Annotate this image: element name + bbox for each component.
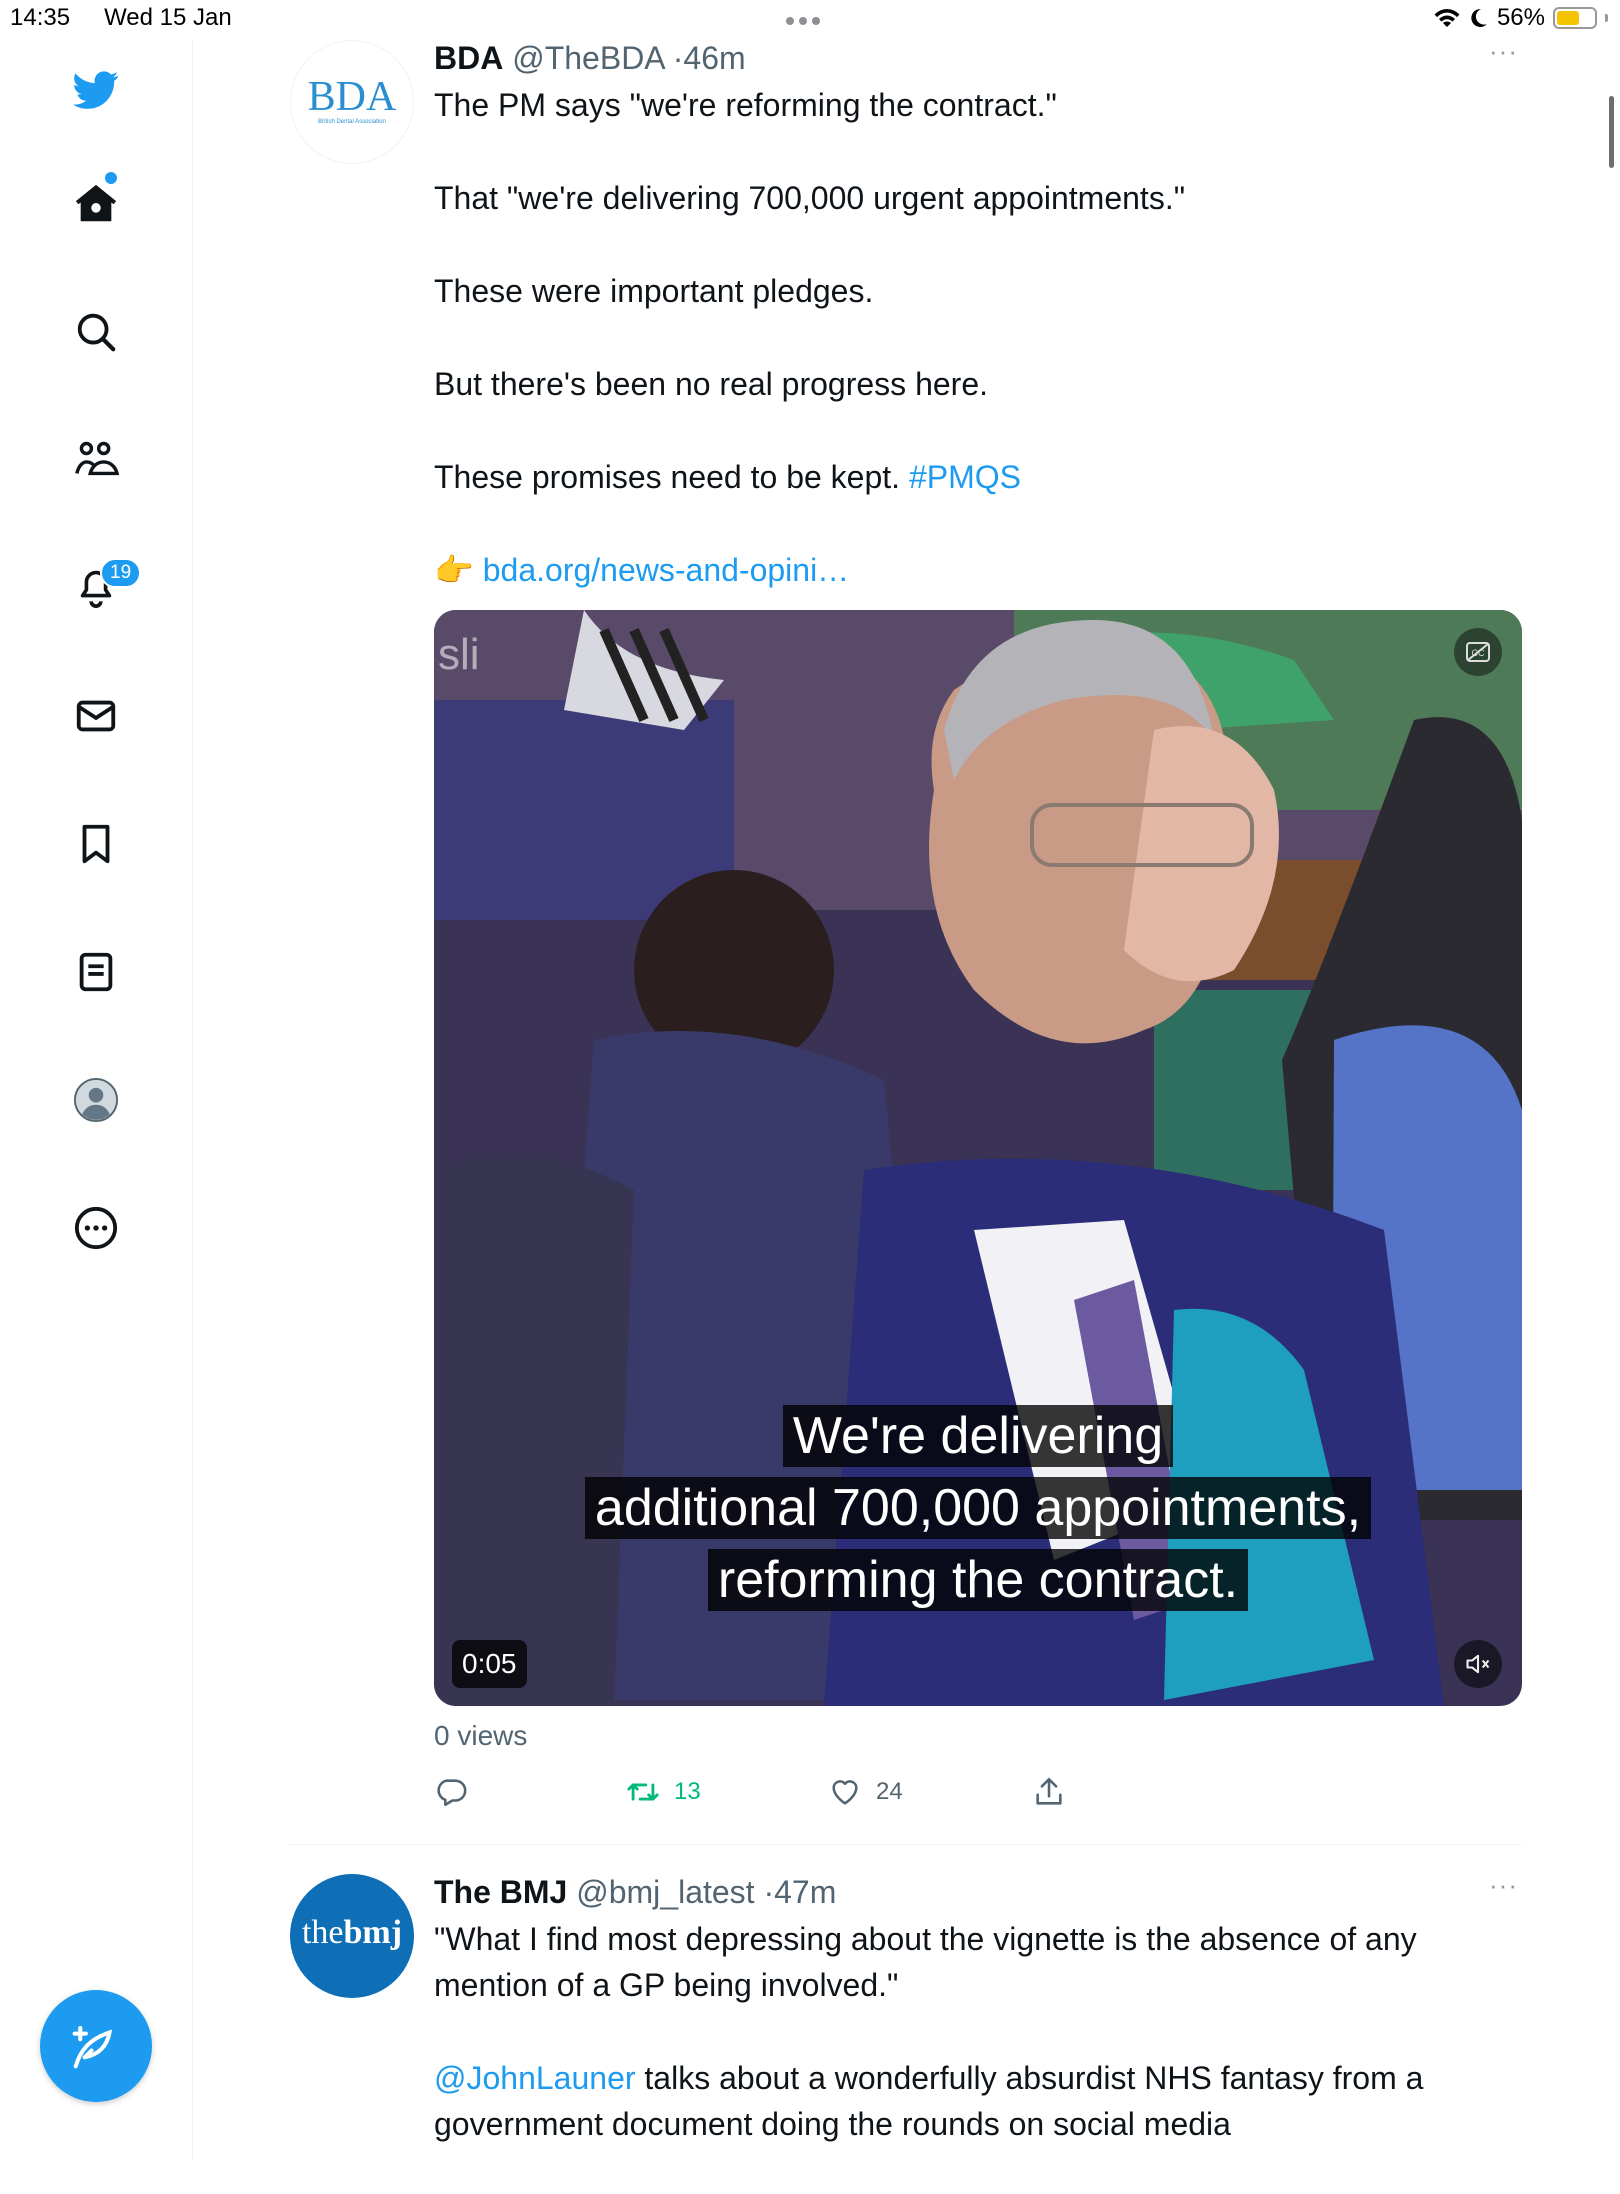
tweet-paragraph: The PM says "we're reforming the contrac… bbox=[434, 87, 1057, 123]
reply-button[interactable] bbox=[434, 1775, 468, 1809]
reply-icon bbox=[437, 1779, 467, 1807]
status-time: 14:35 bbox=[10, 4, 71, 31]
retweet-button[interactable]: 13 bbox=[626, 1775, 701, 1809]
external-link[interactable]: bda.org/news-and-opini… bbox=[483, 552, 849, 588]
author-name[interactable]: The BMJ bbox=[434, 1874, 567, 1910]
tweet-more-button[interactable]: ··· bbox=[1489, 1870, 1518, 1901]
profile-icon[interactable] bbox=[70, 1074, 122, 1126]
bmj-logo-bmj: bmj bbox=[343, 1914, 403, 1951]
author-handle[interactable]: @bmj_latest bbox=[576, 1874, 754, 1910]
video-caption: We're delivering additional 700,000 appo… bbox=[434, 1400, 1522, 1616]
more-icon[interactable] bbox=[70, 1202, 122, 1254]
tweet-time[interactable]: 47m bbox=[774, 1874, 836, 1910]
tweet-divider bbox=[290, 1844, 1522, 1845]
retweet-icon bbox=[627, 1783, 659, 1801]
wifi-icon bbox=[1434, 9, 1460, 27]
twitter-bird-icon[interactable] bbox=[70, 64, 122, 116]
tweet-paragraph: "What I find most depressing about the v… bbox=[434, 1921, 1417, 2003]
status-date: Wed 15 Jan bbox=[104, 4, 232, 31]
tweet-paragraph: @JohnLauner talks about a wonderfully ab… bbox=[434, 2055, 1520, 2147]
tweet-paragraph: But there's been no real progress here. bbox=[434, 366, 988, 402]
status-bar-right: 56% bbox=[1433, 4, 1608, 32]
communities-icon[interactable] bbox=[70, 434, 122, 486]
tweet-link-line: 👉 bda.org/news-and-opini… bbox=[434, 547, 1520, 593]
compose-tweet-button[interactable] bbox=[40, 1990, 152, 2102]
tweet-more-button[interactable]: ··· bbox=[1489, 36, 1518, 67]
mention-link[interactable]: @JohnLauner bbox=[434, 2060, 636, 2096]
like-button[interactable]: 24 bbox=[828, 1775, 903, 1809]
tweet-header: The BMJ @bmj_latest ·47m bbox=[434, 1870, 1520, 1914]
bookmarks-icon[interactable] bbox=[70, 818, 122, 870]
tweet-video[interactable]: CC sli We're delivering additional 700,0… bbox=[434, 610, 1522, 1706]
tweet-paragraph-text: These promises need to be kept. bbox=[434, 459, 901, 495]
bmj-logo-the: the bbox=[301, 1914, 344, 1951]
heart-icon bbox=[832, 1780, 858, 1805]
multitasking-dots-icon[interactable] bbox=[786, 12, 825, 30]
avatar-bmj[interactable]: thebmj bbox=[290, 1874, 414, 1998]
notifications-badge: 19 bbox=[100, 558, 142, 588]
home-icon[interactable] bbox=[70, 178, 122, 230]
status-bar-left: 14:35 Wed 15 Jan bbox=[10, 4, 266, 32]
caption-line: We're delivering bbox=[782, 1405, 1174, 1467]
retweet-count: 13 bbox=[674, 1778, 701, 1805]
caption-line: additional 700,000 appointments, bbox=[584, 1477, 1372, 1539]
author-handle[interactable]: @TheBDA bbox=[512, 40, 664, 76]
tweet-header: BDA @TheBDA ·46m bbox=[434, 36, 1520, 80]
caption-line: reforming the contract. bbox=[707, 1549, 1249, 1611]
mute-icon[interactable] bbox=[1454, 1640, 1502, 1688]
tweet-text: "What I find most depressing about the v… bbox=[434, 1916, 1520, 2147]
pointing-hand-emoji: 👉 bbox=[434, 552, 474, 588]
tweet-text: The PM says "we're reforming the contrac… bbox=[434, 82, 1520, 593]
video-timer: 0:05 bbox=[452, 1640, 527, 1688]
search-icon[interactable] bbox=[70, 306, 122, 358]
author-name[interactable]: BDA bbox=[434, 40, 503, 76]
moon-icon bbox=[1471, 8, 1487, 27]
dot-separator: · bbox=[763, 1874, 775, 1910]
like-count: 24 bbox=[876, 1778, 903, 1805]
lists-icon[interactable] bbox=[70, 946, 122, 998]
share-icon bbox=[1036, 1777, 1062, 1805]
tweet-paragraph: These were important pledges. bbox=[434, 273, 874, 309]
bda-logo-subtext: British Dental Association bbox=[318, 119, 386, 125]
tweet-paragraph: These promises need to be kept. #PMQS bbox=[434, 454, 1520, 500]
tweet-paragraph: That "we're delivering 700,000 urgent ap… bbox=[434, 180, 1186, 216]
tweet-time[interactable]: 46m bbox=[683, 40, 745, 76]
battery-percent: 56% bbox=[1496, 4, 1545, 31]
bda-logo-text: BDA bbox=[307, 74, 397, 120]
tweet-actions: 13 24 bbox=[434, 1775, 1334, 1825]
home-unread-dot bbox=[105, 172, 117, 184]
captions-icon[interactable]: CC bbox=[1454, 628, 1502, 676]
bmj-logo: thebmj bbox=[290, 1914, 414, 1952]
scrollbar[interactable] bbox=[1609, 96, 1614, 168]
video-corner-text: sli bbox=[438, 630, 480, 679]
share-button[interactable] bbox=[1032, 1775, 1066, 1809]
messages-icon[interactable] bbox=[70, 690, 122, 742]
dot-separator: · bbox=[672, 40, 684, 76]
view-count: 0 views bbox=[434, 1720, 528, 1751]
avatar-bda[interactable]: BDA British Dental Association bbox=[290, 40, 414, 164]
hashtag-link[interactable]: #PMQS bbox=[909, 459, 1021, 495]
compose-tweet-icon bbox=[72, 2025, 113, 2069]
battery-icon bbox=[1553, 7, 1597, 29]
